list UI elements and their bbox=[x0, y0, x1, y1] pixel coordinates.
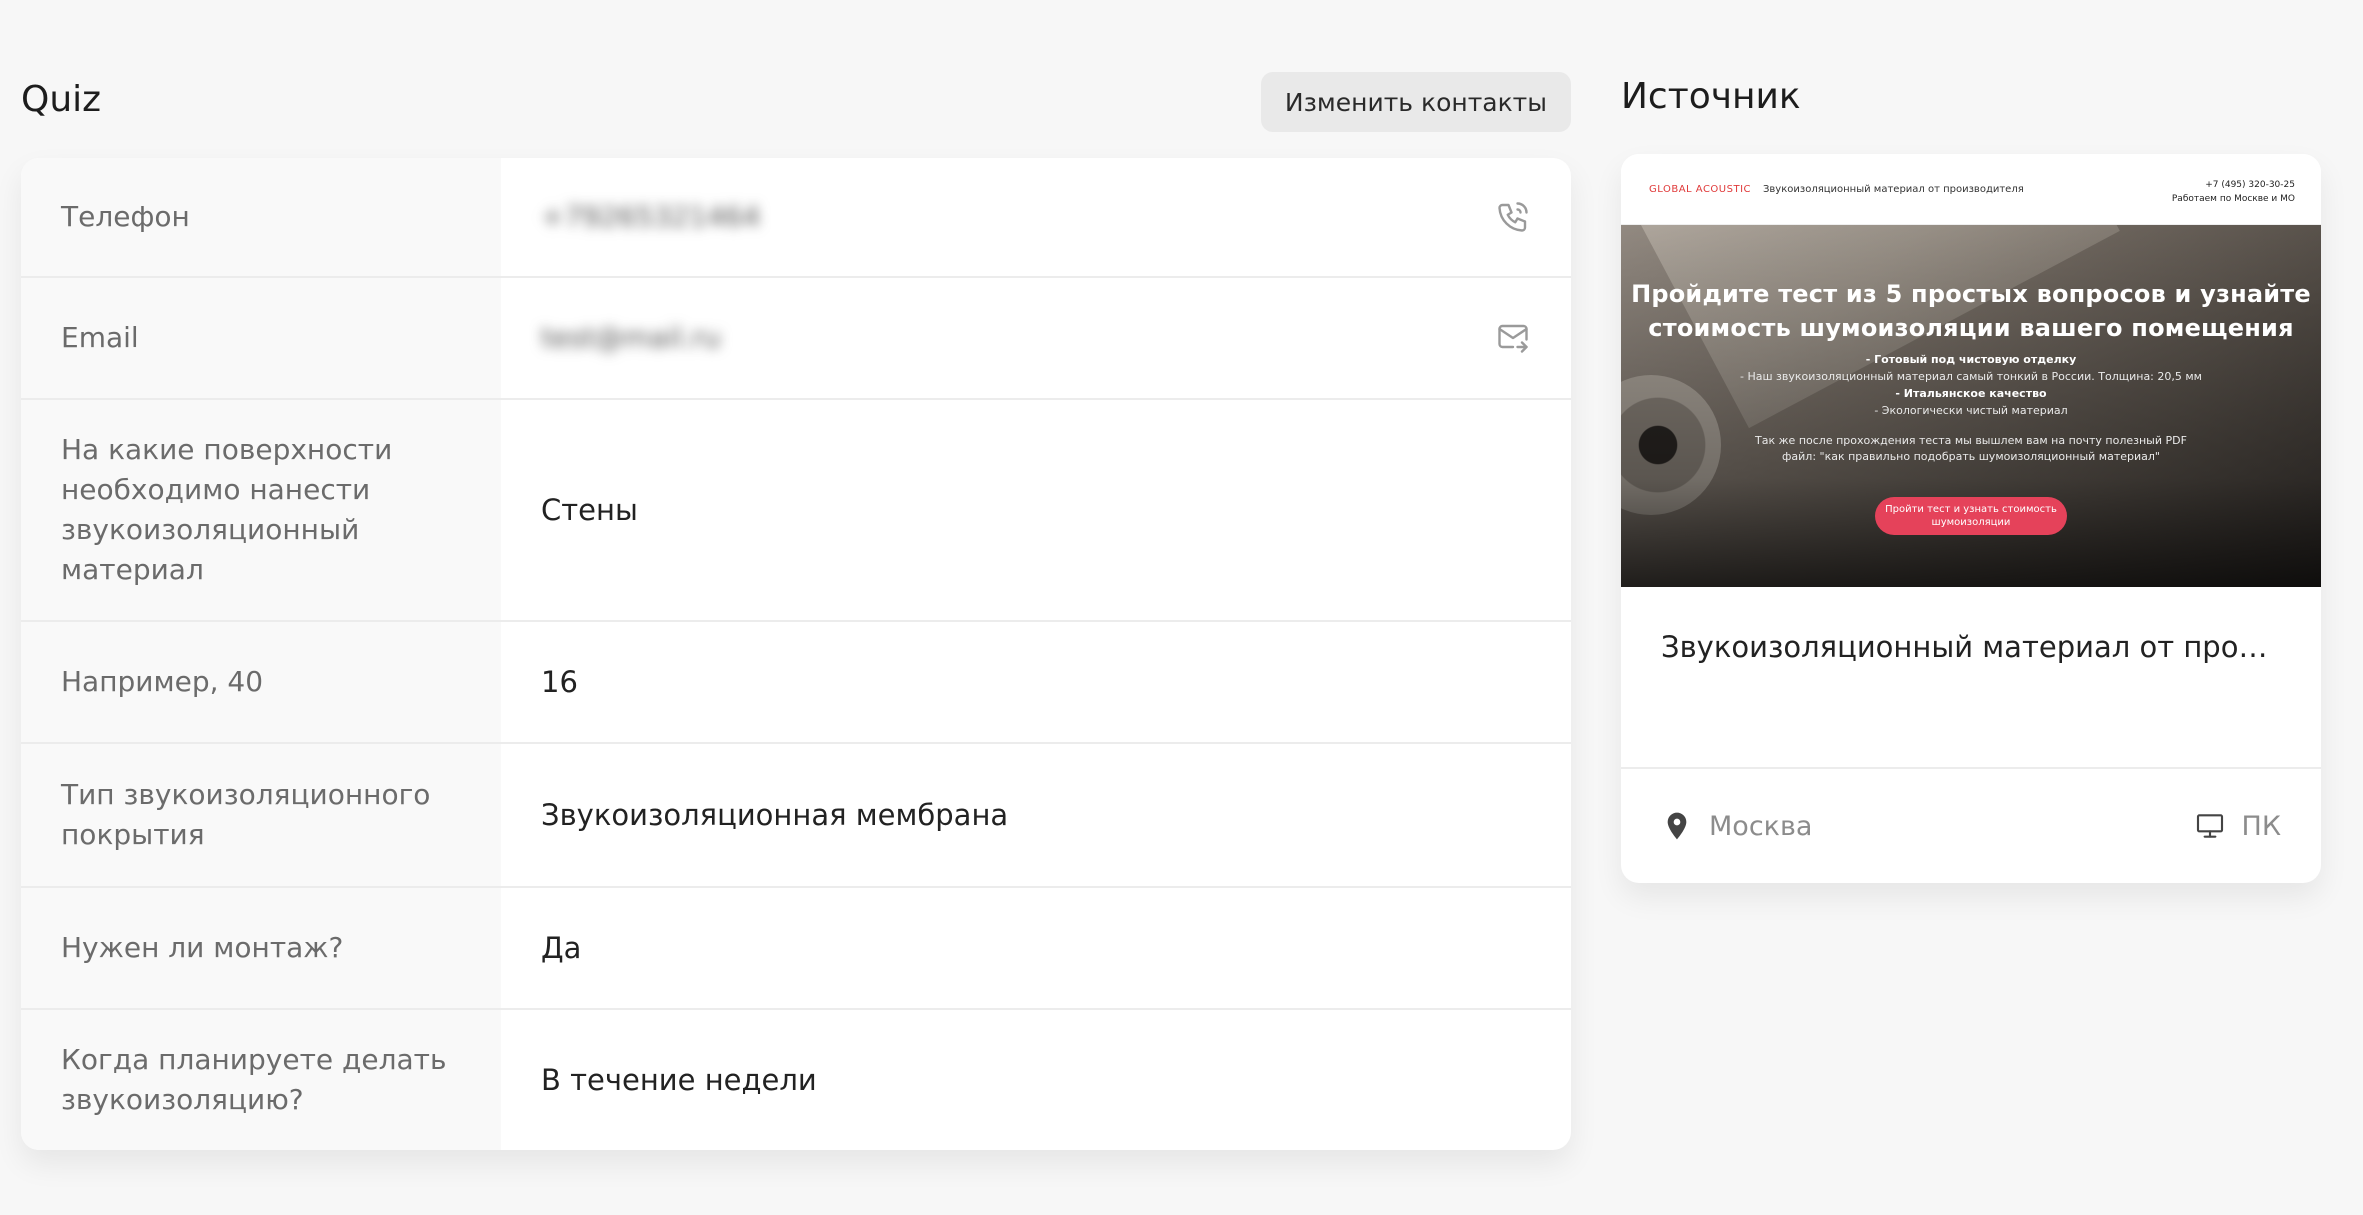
field-value: В течение недели bbox=[541, 1063, 817, 1097]
landing-preview[interactable]: GLOBAL ACOUSTIC Звукоизоляционный матери… bbox=[1621, 154, 2321, 587]
field-row-installation: Нужен ли монтаж? Да bbox=[21, 888, 1571, 1010]
mail-forward-icon[interactable] bbox=[1495, 320, 1531, 356]
lead-detail-page: Quiz Изменить контакты Телефон +79265321… bbox=[0, 0, 2363, 1215]
source-device: ПК bbox=[2194, 810, 2281, 842]
preview-note: Так же после прохождения теста мы вышлем… bbox=[1755, 434, 2187, 463]
quiz-answers-card: Телефон +79265321464 Email test@mail.ru bbox=[21, 158, 1571, 1150]
device-label: ПК bbox=[2241, 810, 2281, 842]
source-meta: Москва ПК bbox=[1621, 769, 2321, 883]
preview-hero: Пройдите тест из 5 простых вопросов и уз… bbox=[1621, 225, 2321, 587]
phone-value[interactable]: +79265321464 bbox=[541, 197, 760, 237]
field-row-coating-type: Тип звукоизоляционного покрытия Звукоизо… bbox=[21, 744, 1571, 888]
field-value: Стены bbox=[541, 493, 638, 527]
preview-headline: Пройдите тест из 5 простых вопросов и уз… bbox=[1631, 280, 2311, 342]
desktop-icon bbox=[2196, 814, 2223, 838]
map-pin-icon bbox=[1667, 812, 1687, 840]
preview-header: GLOBAL ACOUSTIC Звукоизоляционный матери… bbox=[1621, 154, 2321, 225]
preview-contacts: +7 (495) 320-30-25 Работаем по Москве и … bbox=[2172, 178, 2295, 206]
preview-bullet: - Готовый под чистовую отделку bbox=[1865, 353, 2077, 366]
source-card: GLOBAL ACOUSTIC Звукоизоляционный матери… bbox=[1621, 154, 2321, 883]
phone-call-icon[interactable] bbox=[1495, 199, 1531, 235]
source-city: Москва bbox=[1661, 810, 1812, 842]
field-value: Звукоизоляционная мембрана bbox=[541, 798, 1009, 832]
change-contacts-button[interactable]: Изменить контакты bbox=[1260, 72, 1571, 132]
field-row-surfaces: На какие поверхности необходимо нанести … bbox=[21, 400, 1571, 622]
city-label: Москва bbox=[1709, 810, 1813, 842]
field-value: 16 bbox=[541, 665, 578, 699]
preview-bullet: - Наш звукоизоляционный материал самый т… bbox=[1740, 370, 2202, 383]
preview-tagline: Звукоизоляционный материал от производит… bbox=[1763, 184, 2024, 195]
preview-phone: +7 (495) 320-30-25 bbox=[2205, 180, 2295, 190]
source-section: Источник GLOBAL ACOUSTIC Звукоизоляционн… bbox=[1621, 72, 2321, 883]
field-label: Когда планируете делать звукоизоляцию? bbox=[21, 1010, 501, 1150]
field-label: На какие поверхности необходимо нанести … bbox=[21, 400, 501, 620]
source-page-name[interactable]: Звукоизоляционный материал от производит… bbox=[1621, 587, 2321, 769]
preview-region: Работаем по Москве и МО bbox=[2171, 194, 2295, 204]
field-row-example: Например, 40 16 bbox=[21, 622, 1571, 744]
email-value[interactable]: test@mail.ru bbox=[541, 318, 721, 358]
preview-bullet: - Экологически чистый материал bbox=[1874, 404, 2068, 417]
source-title: Источник bbox=[1621, 76, 1801, 117]
field-label: Тип звукоизоляционного покрытия bbox=[21, 744, 501, 886]
quiz-header: Quiz Изменить контакты bbox=[21, 72, 1571, 158]
preview-bullet: - Итальянское качество bbox=[1895, 387, 2047, 400]
quiz-section: Quiz Изменить контакты Телефон +79265321… bbox=[21, 72, 1571, 1150]
preview-logo: GLOBAL ACOUSTIC bbox=[1649, 184, 1752, 195]
field-row-timing: Когда планируете делать звукоизоляцию? В… bbox=[21, 1010, 1571, 1150]
field-label: Нужен ли монтаж? bbox=[21, 888, 501, 1008]
preview-cta-button: Пройти тест и узнать стоимость шумоизоля… bbox=[1875, 497, 2067, 535]
field-label: Например, 40 bbox=[21, 622, 501, 742]
field-label: Телефон bbox=[21, 158, 501, 276]
field-row-email: Email test@mail.ru bbox=[21, 278, 1571, 400]
field-value: Да bbox=[541, 931, 582, 965]
field-row-phone: Телефон +79265321464 bbox=[21, 158, 1571, 278]
field-label: Email bbox=[21, 278, 501, 398]
page-title: Quiz bbox=[21, 79, 102, 120]
